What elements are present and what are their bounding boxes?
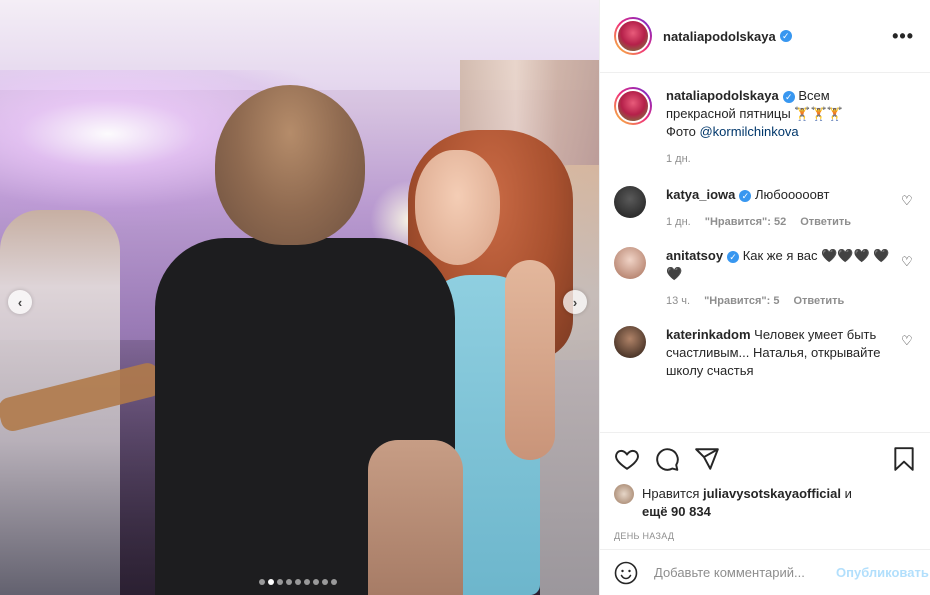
post-actions: Нравится juliavysotskayaofficial и ещё 9…	[600, 432, 930, 541]
carousel-dot	[286, 579, 292, 585]
carousel-dot	[259, 579, 265, 585]
heart-icon[interactable]: ♡	[901, 334, 914, 347]
chevron-right-icon: ›	[572, 294, 578, 310]
comment-input[interactable]	[654, 565, 830, 580]
post-date[interactable]: ДЕНЬ НАЗАД	[614, 531, 917, 541]
emoji-icon[interactable]	[614, 561, 638, 585]
comment-avatar[interactable]	[614, 186, 646, 218]
verified-badge-icon: ✓	[739, 189, 752, 202]
likes-prefix: Нравится	[642, 486, 703, 501]
comment-item: anitatsoy ✓ Как же я вас 🖤🖤🖤 🖤🖤 13 ч. "Нр…	[614, 247, 914, 310]
caption-username[interactable]: nataliapodolskaya	[666, 88, 779, 103]
caption-photo-prefix: Фото	[666, 124, 700, 139]
caption-text-line1: Всем	[798, 88, 830, 103]
carousel-dot	[322, 579, 328, 585]
photo-man-head	[215, 85, 365, 245]
comment-reply-button[interactable]: Ответить	[800, 213, 851, 231]
likes-count-link[interactable]: ещё 90 834	[642, 504, 711, 519]
next-photo-button[interactable]: ›	[563, 290, 587, 314]
caption-mention-link[interactable]: @kormilchinkova	[699, 124, 798, 139]
comment-text: Любооооовт	[755, 187, 830, 202]
bookmark-icon[interactable]	[891, 446, 917, 472]
author-username[interactable]: nataliapodolskaya	[663, 29, 776, 44]
comment-username[interactable]: katerinkadom	[666, 327, 751, 342]
comment-avatar[interactable]	[614, 326, 646, 358]
heart-icon[interactable]: ♡	[901, 194, 914, 207]
comment-item: katya_iowa ✓ Любооооовт 1 дн. "Нравится":…	[614, 186, 914, 231]
comment-reply-button[interactable]: Ответить	[793, 292, 844, 310]
comment-username[interactable]: katya_iowa	[666, 187, 735, 202]
add-comment-bar: Опубликовать	[600, 549, 930, 595]
carousel-dot	[268, 579, 274, 585]
verified-badge-icon: ✓	[782, 90, 795, 103]
post-header: nataliapodolskaya ✓ •••	[600, 0, 930, 73]
carousel-dot	[277, 579, 283, 585]
photo-man-arm	[368, 440, 463, 595]
carousel-indicator	[259, 579, 337, 585]
heart-icon[interactable]	[614, 446, 640, 472]
carousel-dot	[331, 579, 337, 585]
caption-text-line2: прекрасной пятницы 🏋🏋🏋	[666, 106, 843, 121]
post-photo[interactable]: ‹ ›	[0, 0, 599, 595]
likes-summary: Нравится juliavysotskayaofficial и ещё 9…	[614, 484, 917, 521]
previous-photo-button[interactable]: ‹	[8, 290, 32, 314]
chevron-left-icon: ‹	[17, 294, 23, 310]
photo-woman-face	[415, 150, 500, 265]
liker-username[interactable]: juliavysotskayaofficial	[703, 486, 841, 501]
comment-time[interactable]: 1 дн.	[666, 213, 691, 231]
post-caption: nataliapodolskaya ✓ Всем прекрасной пятни…	[614, 87, 914, 168]
more-options-icon[interactable]: •••	[892, 26, 914, 47]
comment-likes[interactable]: "Нравится": 52	[705, 213, 786, 231]
likes-and: и	[841, 486, 852, 501]
verified-badge-icon: ✓	[727, 250, 740, 263]
caption-avatar[interactable]	[614, 87, 652, 125]
caption-time[interactable]: 1 дн.	[666, 150, 691, 168]
comment-username[interactable]: anitatsoy	[666, 248, 723, 263]
comment-icon[interactable]	[654, 446, 680, 472]
author-avatar[interactable]	[614, 17, 652, 55]
share-icon[interactable]	[694, 446, 720, 472]
photo-woman-arm	[505, 260, 555, 460]
carousel-dot	[304, 579, 310, 585]
publish-button[interactable]: Опубликовать	[836, 565, 929, 580]
comment-time[interactable]: 13 ч.	[666, 292, 690, 310]
carousel-dot	[295, 579, 301, 585]
post-sidebar: nataliapodolskaya ✓ ••• nataliapodolskay…	[599, 0, 930, 595]
comment-item: katerinkadom Человек умеет быть счастлив…	[614, 326, 914, 380]
instagram-post: ‹ › nataliapodolskaya ✓ ••• nataliapodol…	[0, 0, 930, 595]
verified-badge-icon: ✓	[779, 30, 792, 42]
heart-icon[interactable]: ♡	[901, 255, 914, 268]
comment-likes[interactable]: "Нравится": 5	[704, 292, 779, 310]
comment-avatar[interactable]	[614, 247, 646, 279]
comments-list: nataliapodolskaya ✓ Всем прекрасной пятни…	[600, 73, 930, 433]
carousel-dot	[313, 579, 319, 585]
liker-avatar[interactable]	[614, 484, 634, 504]
